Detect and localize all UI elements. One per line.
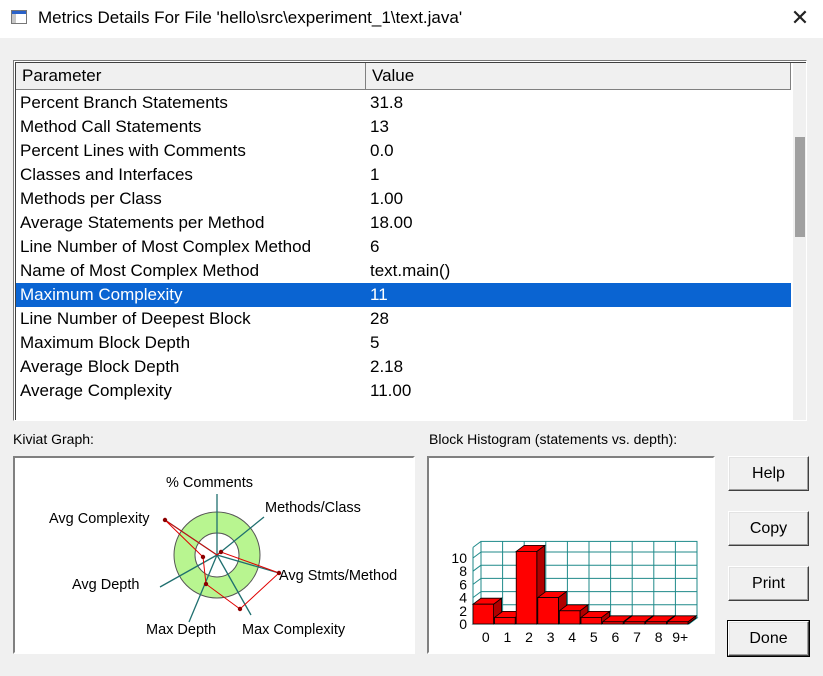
x-tick-label: 2 (525, 629, 533, 645)
x-tick-label: 5 (590, 629, 598, 645)
parameter-cell: Percent Branch Statements (20, 93, 228, 112)
value-cell: 1.00 (370, 189, 404, 208)
metrics-table: Parameter Value Percent Branch Statement… (13, 60, 807, 421)
x-tick-label: 6 (612, 629, 620, 645)
parameter-cell: Average Block Depth (20, 357, 180, 376)
value-cell: 28 (370, 309, 389, 328)
table-row[interactable]: Percent Lines with Comments 0.0 (16, 139, 791, 163)
kiviat-axis-methods-class: Methods/Class (265, 500, 361, 516)
block-histogram-label: Block Histogram (statements vs. depth): (429, 431, 678, 447)
done-button[interactable]: Done (727, 620, 810, 657)
value-cell: text.main() (370, 261, 451, 280)
table-row[interactable]: Maximum Complexity 11 (16, 283, 791, 307)
table-rows: Percent Branch Statements 31.8 Method Call… (16, 91, 791, 403)
table-row[interactable]: Line Number of Most Complex Method 6 (16, 235, 791, 259)
value-cell: 31.8 (370, 93, 404, 112)
parameter-cell: Percent Lines with Comments (20, 141, 246, 160)
column-header-value[interactable]: Value (366, 63, 791, 89)
parameter-cell: Method Call Statements (20, 117, 202, 136)
table-row[interactable]: Average Statements per Method 18.00 (16, 211, 791, 235)
kiviat-axis-avg-depth: Avg Depth (72, 577, 140, 593)
parameter-cell: Line Number of Most Complex Method (20, 237, 312, 256)
histogram-svg: 02468100 1 2 3 4 5 6 7 8 9+ (451, 540, 699, 645)
x-tick-label: 1 (504, 629, 512, 645)
value-cell: 5 (370, 333, 380, 352)
parameter-cell: Average Statements per Method (20, 213, 265, 232)
parameter-cell: Methods per Class (20, 189, 162, 208)
window-icon (11, 10, 27, 24)
x-tick-label: 7 (633, 629, 641, 645)
kiviat-axis-comments: % Comments (166, 475, 254, 491)
parameter-cell: Name of Most Complex Method (20, 261, 260, 280)
table-row[interactable]: Methods per Class 1.00 (16, 187, 791, 211)
scrollbar-thumb[interactable] (795, 137, 805, 237)
value-cell: 1 (370, 165, 380, 184)
vertical-scrollbar[interactable] (793, 63, 806, 420)
table-row[interactable]: Maximum Block Depth 5 (16, 331, 791, 355)
value-cell: 11 (370, 285, 388, 304)
table-row[interactable]: Name of Most Complex Method text.main() (16, 259, 791, 283)
table-row[interactable]: Average Block Depth 2.18 (16, 355, 791, 379)
x-tick-label: 3 (547, 629, 555, 645)
close-button[interactable]: ✕ (777, 0, 823, 36)
kiviat-axis-max-complexity: Max Complexity (242, 622, 346, 638)
column-header-parameter[interactable]: Parameter (16, 63, 366, 89)
value-cell: 11.00 (370, 381, 412, 400)
kiviat-graph-label: Kiviat Graph: (13, 431, 94, 447)
table-row[interactable]: Percent Branch Statements 31.8 (16, 91, 791, 115)
parameter-cell: Maximum Block Depth (20, 333, 191, 352)
x-tick-label: 9+ (672, 629, 688, 645)
table-row[interactable]: Method Call Statements 13 (16, 115, 791, 139)
value-cell: 13 (370, 117, 389, 136)
block-histogram: 0 2 4 6 8 10 0 1 2 3 4 5 6 7 8 9+ (427, 456, 715, 654)
kiviat-axis-avg-stmts: Avg Stmts/Method (279, 568, 398, 584)
copy-button[interactable]: Copy (728, 511, 809, 546)
parameter-cell: Average Complexity (20, 381, 172, 400)
kiviat-axis-max-depth: Max Depth (146, 622, 217, 638)
value-cell: 0.0 (370, 141, 394, 160)
print-button[interactable]: Print (728, 566, 809, 601)
table-row[interactable]: Classes and Interfaces 1 (16, 163, 791, 187)
parameter-cell: Line Number of Deepest Block (20, 309, 251, 328)
x-tick-label: 8 (655, 629, 663, 645)
title-bar: Metrics Details For File 'hello\src\expe… (0, 0, 823, 38)
window-title: Metrics Details For File 'hello\src\expe… (38, 8, 463, 27)
x-tick-label: 4 (568, 629, 576, 645)
table-row[interactable]: Line Number of Deepest Block 28 (16, 307, 791, 331)
x-tick-label: 0 (482, 629, 490, 645)
y-tick-label: 10 (451, 550, 467, 566)
value-cell: 18.00 (370, 213, 413, 232)
table-row[interactable]: Average Complexity 11.00 (16, 379, 791, 403)
table-header: Parameter Value (16, 63, 791, 90)
help-button[interactable]: Help (728, 456, 809, 491)
value-cell: 2.18 (370, 357, 404, 376)
parameter-cell: Maximum Complexity (20, 285, 183, 304)
kiviat-axis-avg-complexity: Avg Complexity (49, 511, 150, 527)
parameter-cell: Classes and Interfaces (20, 165, 193, 184)
value-cell: 6 (370, 237, 380, 256)
kiviat-graph: % Comments Methods/Class Avg Stmts/Metho… (13, 456, 415, 654)
